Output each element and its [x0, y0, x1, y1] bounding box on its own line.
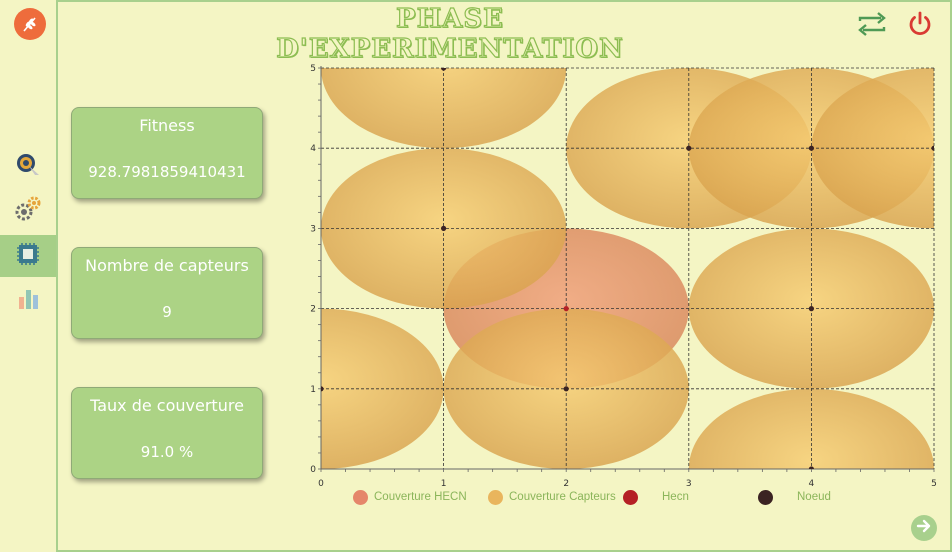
sidebar — [0, 0, 58, 552]
legend-swatch — [623, 489, 638, 505]
sidebar-item-experimentation[interactable] — [0, 235, 56, 277]
coverage-layer — [321, 68, 934, 469]
y-tick-label: 4 — [310, 144, 316, 154]
legend-item-hecn-coverage: Couverture HECN — [353, 488, 467, 506]
legend-label: Couverture HECN — [374, 491, 467, 503]
legend-item-sensor-coverage: Couverture Capteurs — [488, 488, 616, 506]
node-point — [808, 145, 814, 151]
legend-label: Couverture Capteurs — [509, 491, 616, 503]
x-tick-label: 0 — [318, 479, 324, 489]
fitness-card: Fitness 928.7981859410431 — [71, 107, 263, 199]
node-point — [563, 386, 569, 392]
legend-label: Hecn — [662, 491, 689, 503]
sidebar-item-statistics[interactable] — [0, 280, 56, 322]
swap-button[interactable] — [856, 10, 888, 42]
sensor-count-value: 9 — [162, 303, 172, 321]
arrow-right-icon — [915, 517, 933, 539]
sensor-count-card: Nombre de capteurs 9 — [71, 247, 263, 339]
sensor-count-label: Nombre de capteurs — [85, 256, 249, 275]
node-point — [808, 306, 814, 312]
sidebar-item-target[interactable] — [0, 145, 56, 187]
y-tick-label: 2 — [310, 305, 316, 315]
y-tick-label: 1 — [310, 385, 316, 395]
legend-label: Noeud — [797, 491, 831, 503]
coverage-chart: 0 1 2 3 4 5012345 — [310, 64, 937, 489]
node-point — [931, 145, 934, 151]
swap-arrows-icon — [857, 11, 887, 41]
coverage-rate-value: 91.0 % — [140, 443, 194, 461]
chip-icon — [15, 241, 41, 271]
node-point — [441, 68, 447, 71]
y-tick-label: 5 — [310, 64, 316, 74]
coverage-rate-card: Taux de couverture 91.0 % — [71, 387, 263, 479]
y-tick-label: 0 — [310, 465, 316, 475]
node-point — [441, 225, 447, 231]
fitness-value: 928.7981859410431 — [88, 163, 246, 181]
power-button[interactable] — [904, 10, 936, 42]
legend-swatch — [758, 489, 773, 505]
power-icon — [906, 10, 934, 42]
target-icon — [15, 151, 41, 181]
coverage-rate-label: Taux de couverture — [90, 396, 244, 415]
next-button[interactable] — [911, 515, 937, 541]
hecn-point — [563, 306, 569, 312]
x-tick-label: 5 — [931, 479, 937, 489]
legend-item-node: Noeud — [758, 488, 831, 506]
page-title: PHASE D'EXPERIMENTATION — [276, 3, 624, 64]
legend-swatch — [488, 489, 503, 505]
y-tick-label: 3 — [310, 224, 316, 234]
bar-chart-icon — [16, 287, 40, 315]
legend-item-hecn: Hecn — [623, 488, 689, 506]
wheat-logo-icon — [14, 8, 46, 40]
node-point — [686, 145, 692, 151]
sidebar-item-settings[interactable] — [0, 190, 56, 232]
gears-icon — [14, 195, 42, 227]
fitness-label: Fitness — [139, 116, 195, 135]
legend-swatch — [353, 489, 368, 505]
